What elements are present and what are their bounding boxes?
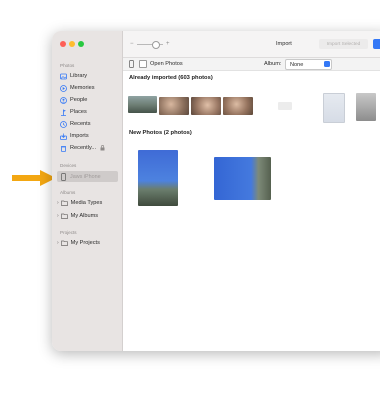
- import-options-bar: Open Photos Album: None: [123, 58, 380, 71]
- new-photo-thumbnail[interactable]: [214, 157, 271, 200]
- sidebar-item-memories[interactable]: Memories: [60, 83, 95, 93]
- imports-icon: [60, 133, 67, 140]
- photo-thumbnail[interactable]: [323, 93, 345, 123]
- sidebar-item-label: Imports: [70, 133, 89, 139]
- lock-icon: [100, 145, 105, 151]
- sidebar-item-recents[interactable]: Recents: [60, 119, 91, 129]
- photo-thumbnail[interactable]: [356, 93, 376, 121]
- folder-icon: [60, 240, 68, 247]
- open-photos-checkbox[interactable]: [139, 60, 147, 68]
- memories-icon: [60, 84, 67, 92]
- sidebar-item-device[interactable]: Jaws iPhone: [57, 171, 118, 182]
- zoom-in-icon[interactable]: +: [166, 41, 170, 47]
- annotation-arrow-icon: [12, 170, 56, 186]
- sidebar-item-label: Recently...: [70, 145, 97, 151]
- sidebar-item-my-albums[interactable]: › My Albums: [57, 211, 98, 221]
- select-arrows-icon: [324, 61, 330, 67]
- sidebar-item-places[interactable]: Places: [60, 107, 87, 117]
- folder-icon: [60, 213, 68, 220]
- zoom-out-icon[interactable]: −: [130, 41, 134, 47]
- sidebar-item-my-projects[interactable]: › My Projects: [57, 238, 100, 248]
- album-select-value: None: [290, 61, 304, 68]
- recents-icon: [60, 120, 67, 128]
- photo-thumbnail[interactable]: [128, 96, 157, 113]
- import-tab-title: Import: [276, 41, 292, 47]
- photo-thumbnail[interactable]: [159, 97, 189, 115]
- device-icon: [129, 60, 134, 68]
- import-selected-button[interactable]: Import Selected: [319, 39, 368, 49]
- toolbar: − + Import Import Selected: [123, 31, 380, 58]
- sidebar-section-devices: Devices: [60, 163, 77, 168]
- new-photos-heading: New Photos (2 photos): [129, 130, 192, 136]
- sidebar-item-label: Jaws iPhone: [70, 173, 101, 180]
- sidebar-item-recently-deleted[interactable]: Recently...: [60, 143, 105, 153]
- sidebar-item-library[interactable]: Library: [60, 71, 87, 81]
- folder-icon: [60, 200, 68, 207]
- sidebar-section-photos: Photos: [60, 63, 75, 68]
- zoom-window-button[interactable]: [78, 41, 84, 47]
- close-window-button[interactable]: [60, 41, 66, 47]
- chevron-right-icon[interactable]: ›: [57, 240, 59, 246]
- photo-thumbnail[interactable]: [223, 97, 253, 115]
- minimize-window-button[interactable]: [69, 41, 75, 47]
- sidebar-item-label: Memories: [70, 85, 95, 91]
- sidebar-item-label: People: [70, 97, 88, 103]
- photos-window: Photos Library Memories People Places Re…: [52, 31, 380, 351]
- open-photos-label: Open Photos: [150, 61, 183, 67]
- phone-icon: [61, 172, 66, 181]
- album-label: Album:: [264, 61, 282, 67]
- trash-icon: [60, 145, 67, 152]
- library-icon: [60, 73, 67, 80]
- album-select[interactable]: None: [285, 59, 332, 70]
- chevron-right-icon[interactable]: ›: [57, 213, 59, 219]
- sidebar-item-media-types[interactable]: › Media Types: [57, 198, 102, 208]
- zoom-slider[interactable]: [137, 41, 163, 49]
- sidebar-item-imports[interactable]: Imports: [60, 131, 89, 141]
- sidebar-item-label: Places: [70, 109, 87, 115]
- places-icon: [60, 109, 67, 116]
- people-icon: [60, 96, 67, 104]
- sidebar-section-projects: Projects: [60, 230, 77, 235]
- sidebar-item-label: My Albums: [70, 213, 99, 219]
- sidebar-item-people[interactable]: People: [60, 95, 87, 105]
- new-photo-thumbnail[interactable]: [138, 150, 178, 206]
- photo-thumbnail[interactable]: [278, 102, 292, 110]
- zoom-slider-knob[interactable]: [152, 41, 160, 49]
- chevron-right-icon[interactable]: ›: [57, 200, 59, 206]
- photo-thumbnail[interactable]: [191, 97, 221, 115]
- import-all-button[interactable]: [373, 39, 380, 49]
- sidebar-section-albums: Albums: [60, 190, 76, 195]
- sidebar-item-label: My Projects: [70, 240, 100, 246]
- sidebar-item-label: Media Types: [70, 200, 103, 206]
- sidebar-item-label: Library: [70, 73, 88, 79]
- main-content: − + Import Import Selected Open Photos A…: [123, 31, 380, 351]
- sidebar-item-label: Recents: [70, 121, 91, 127]
- already-imported-heading: Already imported (603 photos): [129, 75, 213, 81]
- sidebar: Photos Library Memories People Places Re…: [52, 31, 123, 351]
